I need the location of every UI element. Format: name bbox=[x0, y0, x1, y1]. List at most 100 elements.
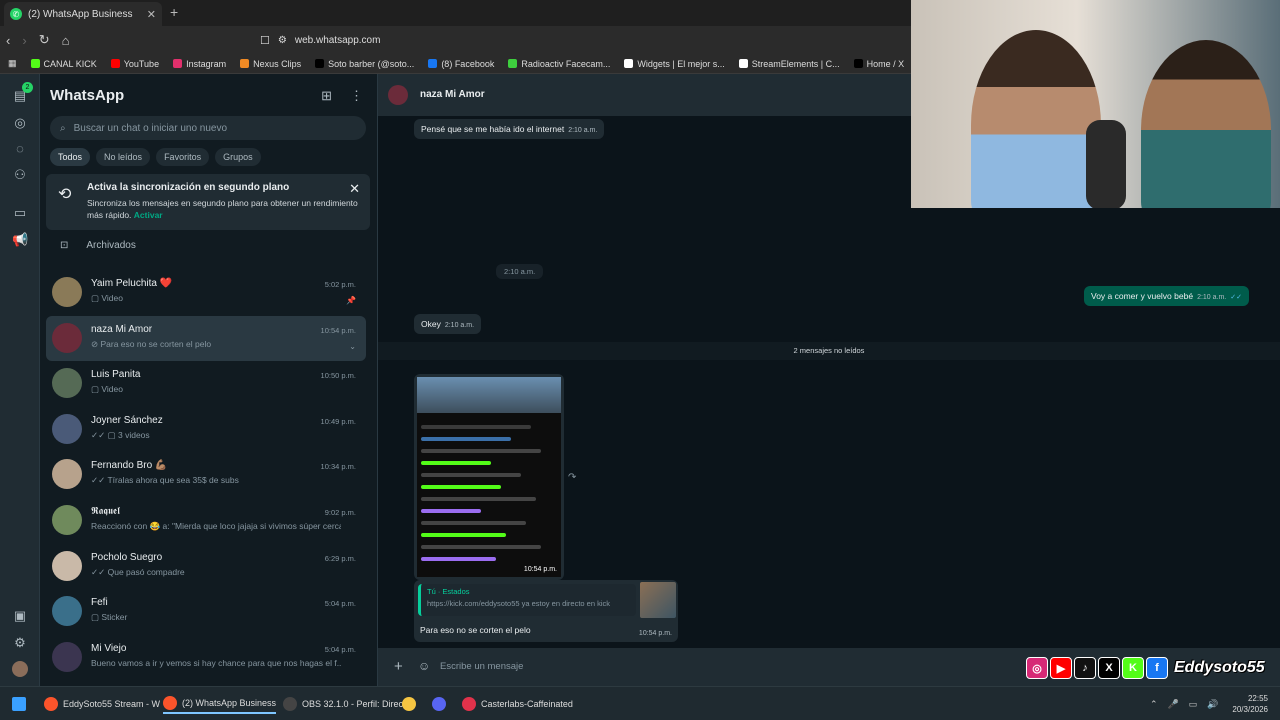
sync-activate-link[interactable]: Activar bbox=[134, 210, 163, 220]
chat-preview: ▢ Sticker bbox=[91, 612, 128, 623]
taskbar-item[interactable] bbox=[402, 694, 421, 714]
taskbar-item[interactable] bbox=[432, 694, 451, 714]
archived-row[interactable]: ⊡ Archivados bbox=[60, 240, 136, 251]
bookmark-label: (8) Facebook bbox=[441, 58, 495, 69]
sync-desc: Sincroniza los mensajes en segundo plano… bbox=[87, 198, 358, 220]
chat-list-item[interactable]: 𝕽𝖆𝖖𝖚𝖊𝖑 Reaccionó con 😂 a: "Mierda que loc… bbox=[46, 498, 366, 543]
bookmark-icon[interactable]: ☐ bbox=[260, 34, 270, 47]
bookmark-item[interactable]: Radioactiv Facecam... bbox=[508, 59, 610, 69]
clock[interactable]: 22:55 20/3/2026 bbox=[1232, 693, 1268, 715]
unread-divider: 2 mensajes no leídos bbox=[378, 342, 1280, 360]
avatar bbox=[52, 459, 82, 490]
chat-list-item[interactable]: Yaim Peluchita ❤️ ▢ Video 5:02 p.m. 📌 bbox=[46, 270, 366, 315]
message-input[interactable]: Escribe un mensaje bbox=[440, 661, 523, 672]
filter-chips: Todos No leídos Favoritos Grupos bbox=[50, 148, 261, 166]
chat-extra-icon[interactable]: 📌 bbox=[346, 296, 356, 305]
message-out[interactable]: Voy a comer y vuelvo bebé 2:10 a.m. ✓✓ bbox=[1084, 286, 1249, 306]
reply-message[interactable]: Tú · Estados https://kick.com/eddysoto55… bbox=[414, 580, 678, 642]
close-icon[interactable]: ✕ bbox=[349, 181, 360, 197]
taskbar-item[interactable]: Casterlabs-Caffeinated bbox=[462, 694, 573, 714]
bookmark-label: Radioactiv Facecam... bbox=[521, 58, 611, 69]
settings-icon[interactable]: ⚙ bbox=[12, 635, 28, 651]
taskbar-item[interactable]: (2) WhatsApp Business bbox=[163, 694, 277, 714]
apps-icon[interactable]: ▦ bbox=[8, 58, 17, 69]
tray-chevron-icon[interactable]: ⌃ bbox=[1150, 699, 1158, 710]
bookmark-item[interactable]: Widgets | El mejor s... bbox=[624, 59, 725, 69]
bookmark-favicon-icon bbox=[738, 59, 748, 68]
bookmark-item[interactable]: Soto barber (@soto... bbox=[315, 59, 414, 69]
image-thumbnail[interactable]: 10:54 p.m. bbox=[417, 377, 561, 577]
search-input[interactable]: ⌕ Buscar un chat o iniciar uno nuevo bbox=[50, 116, 366, 140]
avatar bbox=[52, 550, 82, 581]
image-message[interactable]: 10:54 p.m. bbox=[414, 374, 564, 580]
media-icon[interactable]: ▣ bbox=[12, 608, 28, 624]
bookmark-item[interactable]: YouTube bbox=[110, 58, 160, 69]
new-chat-icon[interactable]: ⊞ bbox=[321, 88, 332, 104]
time-pill: 2:10 a.m. bbox=[496, 264, 544, 279]
chat-preview: Reaccionó con 😂 a: "Mierda que loco jaja… bbox=[91, 521, 341, 531]
taskbar-label: (2) WhatsApp Business bbox=[182, 698, 277, 708]
filter-favorites[interactable]: Favoritos bbox=[156, 148, 210, 166]
bookmark-item[interactable]: Home / X bbox=[853, 59, 904, 69]
mic-icon[interactable]: 🎤 bbox=[1168, 699, 1179, 710]
bookmark-item[interactable]: Instagram bbox=[173, 59, 226, 69]
quoted-text: https://kick.com/eddysoto55 ya estoy en … bbox=[427, 599, 611, 608]
message-in[interactable]: Pensé que se me había ido el internet 2:1… bbox=[414, 119, 605, 139]
profile-avatar[interactable] bbox=[12, 661, 28, 677]
chat-list-item[interactable]: Fernando Bro 💪🏽 ✓✓ Tíralas ahora que sea … bbox=[46, 452, 366, 497]
bookmark-item[interactable]: CANAL KICK bbox=[30, 59, 97, 69]
emoji-icon[interactable]: ☺ bbox=[418, 659, 430, 673]
browser-tab[interactable]: ✆ (2) WhatsApp Business ✕ bbox=[4, 2, 162, 26]
chat-list-item[interactable]: Mi Viejo Bueno vamos a ir y vemos si hay … bbox=[46, 635, 366, 680]
filter-all[interactable]: Todos bbox=[50, 148, 91, 166]
app-icon bbox=[163, 696, 177, 710]
megaphone-icon[interactable]: 📢 bbox=[12, 232, 28, 248]
network-icon[interactable]: ▭ bbox=[1189, 699, 1198, 710]
volume-icon[interactable]: 🔊 bbox=[1207, 699, 1218, 710]
back-icon[interactable]: ‹ bbox=[6, 33, 10, 48]
bookmark-item[interactable]: (8) Facebook bbox=[428, 59, 494, 69]
social-brand-overlay: ◎ ▶ ♪ X Kf Eddysoto55 bbox=[1026, 657, 1265, 679]
bookmark-item[interactable]: StreamElements | C... bbox=[738, 59, 840, 69]
forward-icon[interactable]: › bbox=[22, 33, 26, 48]
chat-list-item[interactable]: naza Mi Amor ⊘ Para eso no se corten el p… bbox=[46, 315, 366, 361]
bookmark-label: YouTube bbox=[123, 58, 160, 69]
chat-list-item[interactable]: Luis Panita ▢ Video 10:50 p.m. bbox=[46, 361, 366, 406]
address-bar[interactable]: ☐ ⚙ web.whatsapp.com bbox=[260, 30, 920, 50]
chat-name: Joyner Sánchez bbox=[91, 414, 163, 426]
avatar bbox=[52, 641, 82, 672]
avatar bbox=[52, 368, 82, 399]
close-tab-icon[interactable]: ✕ bbox=[147, 8, 156, 21]
filter-groups[interactable]: Grupos bbox=[215, 148, 261, 166]
chat-list-item[interactable]: Joyner Sánchez ✓✓ ▢ 3 videos 10:49 p.m. bbox=[46, 407, 366, 452]
chat-list-item[interactable]: Pocholo Suegro ✓✓ Que pasó compadre 6:29 p… bbox=[46, 544, 366, 589]
filter-unread[interactable]: No leídos bbox=[96, 148, 151, 166]
quoted-status[interactable]: Tú · Estados https://kick.com/eddysoto55… bbox=[418, 584, 636, 616]
taskbar-item[interactable]: EddySoto55 Stream - W bbox=[44, 694, 160, 714]
forward-icon[interactable]: ↷ bbox=[568, 472, 576, 483]
home-icon[interactable]: ⌂ bbox=[62, 33, 70, 48]
communities-icon[interactable]: ⚇ bbox=[12, 167, 28, 183]
store-icon[interactable]: ▭ bbox=[12, 205, 28, 221]
sync-icon: ⟲ bbox=[58, 186, 72, 203]
chat-list-item[interactable]: Fefi ▢ Sticker 5:04 p.m. bbox=[46, 589, 366, 634]
taskbar-label: EddySoto55 Stream - W bbox=[63, 699, 161, 709]
status-icon[interactable]: ◎ bbox=[12, 115, 28, 131]
bookmark-favicon-icon bbox=[30, 59, 40, 68]
reload-icon[interactable]: ↻ bbox=[39, 32, 50, 48]
search-placeholder: Buscar un chat o iniciar uno nuevo bbox=[73, 122, 228, 134]
bookmark-item[interactable]: Nexus Clips bbox=[240, 59, 301, 69]
channels-icon[interactable]: ◌ bbox=[12, 141, 28, 157]
start-icon[interactable] bbox=[12, 694, 26, 714]
chat-extra-icon[interactable]: ⌄ bbox=[349, 342, 356, 351]
site-info-icon[interactable]: ⚙ bbox=[278, 35, 287, 46]
system-tray: ⌃ 🎤 ▭ 🔊 bbox=[1150, 694, 1219, 714]
menu-icon[interactable]: ⋮ bbox=[350, 88, 363, 104]
message-time: 10:54 p.m. bbox=[638, 630, 672, 637]
taskbar-item[interactable]: OBS 32.1.0 - Perfil: Direc bbox=[283, 694, 403, 714]
message-in[interactable]: Okey 2:10 a.m. bbox=[414, 314, 482, 334]
new-tab-button[interactable]: + bbox=[170, 4, 178, 20]
attach-icon[interactable]: + bbox=[394, 658, 403, 675]
nav-rail: ▤ 2 ◎ ◌ ⚇ ▭ 📢 ▣ ⚙ bbox=[0, 74, 40, 686]
contact-avatar[interactable] bbox=[388, 85, 408, 105]
